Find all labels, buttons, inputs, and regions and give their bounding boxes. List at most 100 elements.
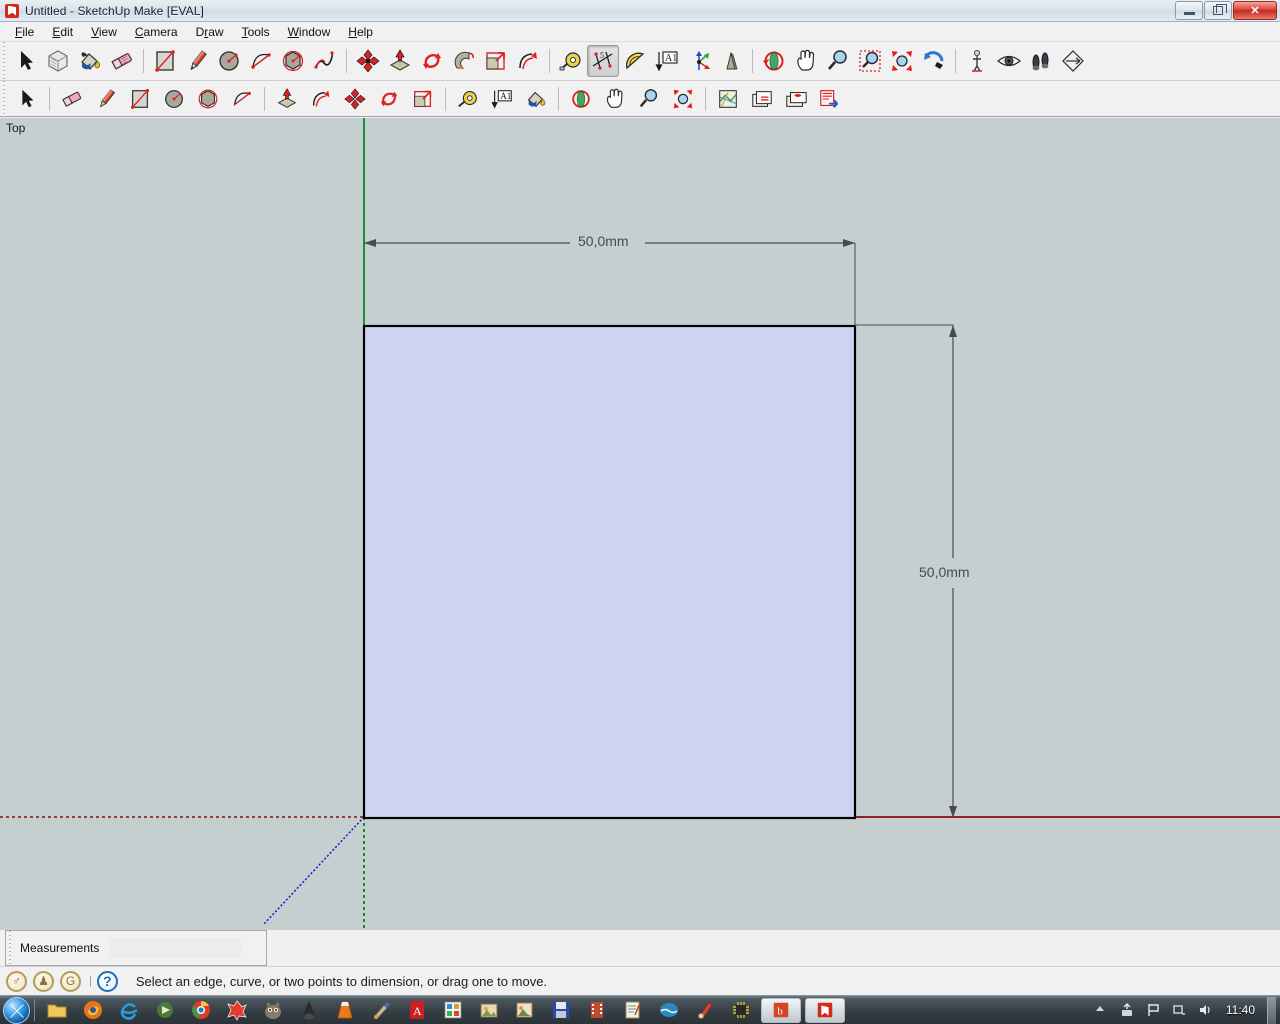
start-button[interactable] bbox=[3, 996, 30, 1024]
scale-icon[interactable] bbox=[406, 84, 440, 114]
offset-icon[interactable] bbox=[512, 45, 544, 77]
acrobat-icon[interactable]: A bbox=[406, 999, 428, 1021]
model-canvas[interactable] bbox=[0, 118, 1280, 930]
chrome-icon[interactable] bbox=[190, 999, 212, 1021]
safely-remove-icon[interactable] bbox=[1119, 1002, 1135, 1018]
zoom-window-icon[interactable] bbox=[854, 45, 886, 77]
polygon-icon[interactable] bbox=[277, 45, 309, 77]
move-icon[interactable] bbox=[352, 45, 384, 77]
eraser-icon[interactable] bbox=[55, 84, 89, 114]
volume-icon[interactable] bbox=[1197, 1002, 1213, 1018]
circle-icon[interactable] bbox=[213, 45, 245, 77]
make-component-icon[interactable] bbox=[42, 45, 74, 77]
move-icon[interactable] bbox=[338, 84, 372, 114]
person-info-icon[interactable]: ♂ bbox=[6, 970, 27, 992]
inkscape-icon[interactable] bbox=[298, 999, 320, 1021]
tape-measure-icon[interactable] bbox=[451, 84, 485, 114]
orbit-icon[interactable] bbox=[564, 84, 598, 114]
push-pull-icon[interactable] bbox=[270, 84, 304, 114]
minimize-button[interactable] bbox=[1175, 1, 1203, 20]
eraser-icon[interactable] bbox=[106, 45, 138, 77]
layers-icon[interactable] bbox=[779, 84, 813, 114]
notepad-icon[interactable] bbox=[622, 999, 644, 1021]
image-app-icon[interactable] bbox=[514, 999, 536, 1021]
save-disk-icon[interactable] bbox=[550, 999, 572, 1021]
clamp-icon[interactable] bbox=[694, 999, 716, 1021]
scene-map-icon[interactable] bbox=[711, 84, 745, 114]
rectangle-icon[interactable] bbox=[123, 84, 157, 114]
protractor-icon[interactable] bbox=[619, 45, 651, 77]
restore-button[interactable] bbox=[1204, 1, 1232, 20]
rotate-icon[interactable] bbox=[372, 84, 406, 114]
pan-hand-icon[interactable] bbox=[598, 84, 632, 114]
tape-measure-icon[interactable] bbox=[555, 45, 587, 77]
text-icon[interactable]: A1 bbox=[651, 45, 683, 77]
measurements-grip[interactable] bbox=[6, 931, 14, 965]
paint-bucket-icon[interactable] bbox=[74, 45, 106, 77]
select-arrow-icon[interactable] bbox=[10, 45, 42, 77]
rotate-icon[interactable] bbox=[416, 45, 448, 77]
zoom-icon[interactable] bbox=[822, 45, 854, 77]
orbit-icon[interactable] bbox=[758, 45, 790, 77]
arc-icon[interactable] bbox=[245, 45, 277, 77]
office-icon[interactable] bbox=[442, 999, 464, 1021]
zoom-icon[interactable] bbox=[632, 84, 666, 114]
person-icon[interactable]: ♟ bbox=[33, 970, 54, 992]
toolbar-grip[interactable] bbox=[0, 42, 8, 80]
menu-window[interactable]: Window bbox=[279, 23, 340, 41]
network-icon[interactable] bbox=[1171, 1002, 1187, 1018]
taskbar-window-sketchup[interactable] bbox=[805, 997, 845, 1023]
internet-explorer-icon[interactable] bbox=[118, 999, 140, 1021]
menu-view[interactable]: View bbox=[82, 23, 126, 41]
krita-icon[interactable] bbox=[226, 999, 248, 1021]
sea-icon[interactable] bbox=[658, 999, 680, 1021]
vertical-dimension-label[interactable]: 50,0mm bbox=[919, 564, 970, 580]
text-icon[interactable]: A1 bbox=[485, 84, 519, 114]
media-icon[interactable] bbox=[154, 999, 176, 1021]
paint-icon[interactable] bbox=[370, 999, 392, 1021]
walk-icon[interactable] bbox=[1025, 45, 1057, 77]
menu-file[interactable]: File bbox=[6, 23, 43, 41]
chip-icon[interactable] bbox=[730, 999, 752, 1021]
menu-edit[interactable]: Edit bbox=[43, 23, 82, 41]
rectangle-icon[interactable] bbox=[149, 45, 181, 77]
section-plane-icon[interactable] bbox=[1057, 45, 1089, 77]
push-pull-icon[interactable] bbox=[384, 45, 416, 77]
dimension-icon[interactable]: 5 bbox=[587, 45, 619, 77]
menu-camera[interactable]: Camera bbox=[126, 23, 187, 41]
pan-hand-icon[interactable] bbox=[790, 45, 822, 77]
horizontal-dimension-label[interactable]: 50,0mm bbox=[578, 233, 629, 249]
gimp-icon[interactable] bbox=[262, 999, 284, 1021]
position-camera-icon[interactable] bbox=[961, 45, 993, 77]
send-to-layout-icon[interactable] bbox=[813, 84, 847, 114]
menu-tools[interactable]: Tools bbox=[233, 23, 279, 41]
select-arrow-icon[interactable] bbox=[10, 84, 44, 114]
firefox-icon[interactable] bbox=[82, 999, 104, 1021]
show-desktop-button[interactable] bbox=[1267, 996, 1276, 1024]
export-image-icon[interactable] bbox=[745, 84, 779, 114]
measurements-input[interactable] bbox=[109, 938, 242, 958]
explorer-icon[interactable] bbox=[46, 999, 68, 1021]
offset-icon[interactable] bbox=[304, 84, 338, 114]
zoom-extents-icon[interactable] bbox=[886, 45, 918, 77]
polygon-icon[interactable] bbox=[191, 84, 225, 114]
look-around-icon[interactable] bbox=[993, 45, 1025, 77]
model-viewport[interactable]: Top 50,0mm 50,0mm bbox=[0, 118, 1280, 930]
previous-view-icon[interactable] bbox=[918, 45, 950, 77]
photo-viewer-icon[interactable] bbox=[478, 999, 500, 1021]
menu-help[interactable]: Help bbox=[339, 23, 382, 41]
taskbar-clock[interactable]: 11:40 bbox=[1226, 1003, 1255, 1017]
zoom-extents-icon[interactable] bbox=[666, 84, 700, 114]
freehand-icon[interactable] bbox=[309, 45, 341, 77]
three-d-text-icon[interactable] bbox=[715, 45, 747, 77]
vlc-icon[interactable] bbox=[334, 999, 356, 1021]
show-hidden-icon[interactable] bbox=[1093, 1002, 1109, 1018]
paint-bucket-icon[interactable] bbox=[519, 84, 553, 114]
network-flag-icon[interactable] bbox=[1145, 1002, 1161, 1018]
arc-icon[interactable] bbox=[225, 84, 259, 114]
scale-icon[interactable] bbox=[480, 45, 512, 77]
google-icon[interactable]: G bbox=[60, 970, 81, 992]
circle-icon[interactable] bbox=[157, 84, 191, 114]
line-pencil-icon[interactable] bbox=[89, 84, 123, 114]
follow-me-icon[interactable] bbox=[448, 45, 480, 77]
